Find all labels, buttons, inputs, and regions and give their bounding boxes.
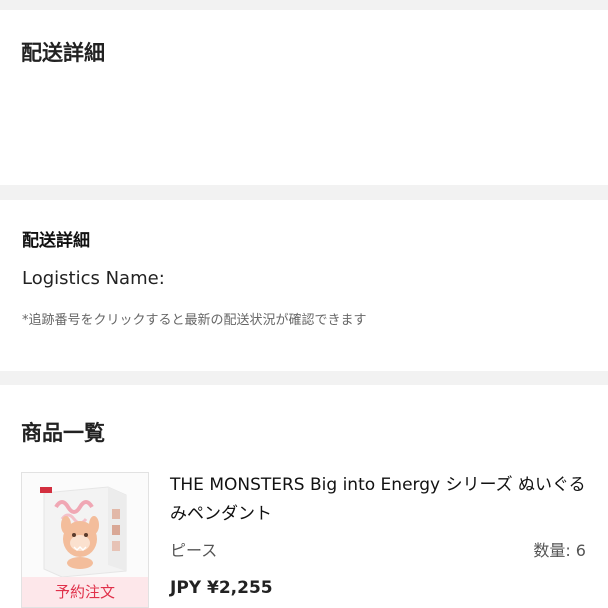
product-price: JPY ¥2,255	[170, 578, 273, 598]
tracking-hint-text: *追跡番号をクリックすると最新の配送状況が確認できます	[22, 313, 367, 328]
logistics-name-label: Logistics Name:	[22, 268, 165, 289]
product-unit: ピース	[170, 541, 218, 560]
section-title: 配送詳細	[22, 231, 90, 251]
order-detail-page: 配送詳細 配送詳細 Logistics Name: *追跡番号をクリックすると最…	[0, 0, 608, 608]
product-name[interactable]: THE MONSTERS Big into Energy シリーズ ぬいぐるみペ…	[170, 471, 590, 529]
product-list-section: 商品一覧 予約注文 THE MONSTERS Big into Energy シ…	[0, 385, 608, 608]
product-box-image	[22, 473, 148, 578]
delivery-section-top: 配送詳細	[0, 10, 608, 185]
section-title: 商品一覧	[21, 421, 105, 445]
delivery-detail-section: 配送詳細 Logistics Name: *追跡番号をクリックすると最新の配送状…	[0, 200, 608, 371]
section-title: 配送詳細	[21, 41, 105, 65]
preorder-badge: 予約注文	[22, 577, 148, 607]
product-quantity: 数量: 6	[533, 541, 586, 560]
product-thumbnail[interactable]: 予約注文	[21, 472, 149, 608]
